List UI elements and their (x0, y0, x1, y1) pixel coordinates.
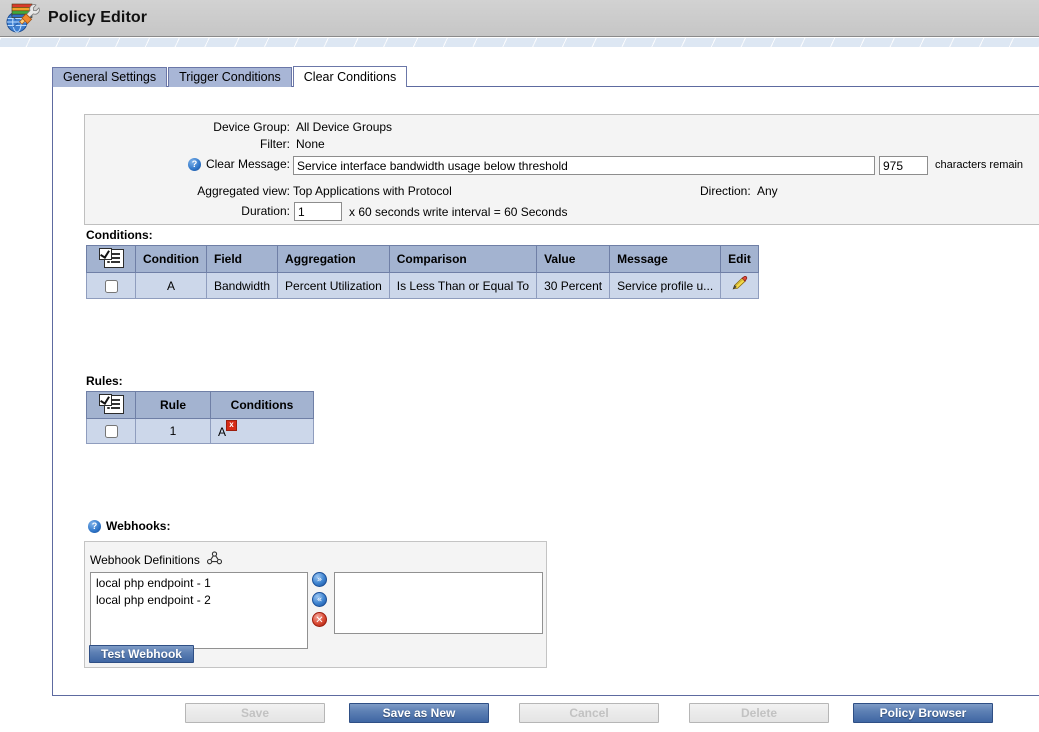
conditions-cell-edit[interactable] (720, 272, 759, 299)
conditions-col-message: Message (609, 245, 722, 273)
conditions-col-aggregation: Aggregation (277, 245, 390, 273)
page-title: Policy Editor (48, 9, 148, 26)
rules-cell-conditions: Ax (210, 418, 314, 444)
conditions-caption: Conditions: (86, 228, 153, 242)
policy-summary-box: Device Group: All Device Groups Filter: … (84, 114, 1039, 225)
title-bar: Policy Editor (0, 0, 1039, 37)
test-webhook-button[interactable]: Test Webhook (89, 645, 194, 663)
duration-label: Duration: (241, 204, 290, 218)
conditions-cell-comparison: Is Less Than or Equal To (388, 272, 538, 299)
save-button[interactable]: Save (185, 703, 325, 723)
conditions-row-checkbox[interactable] (104, 279, 118, 293)
duration-label-wrap: Duration: (85, 204, 290, 218)
conditions-col-edit: Edit (720, 245, 759, 273)
direction-label: Direction: (700, 184, 751, 198)
aggregated-view-value: Top Applications with Protocol (293, 184, 452, 198)
direction-value-wrap: Any (757, 184, 778, 198)
aggregated-view-value-wrap: Top Applications with Protocol (293, 184, 452, 198)
conditions-cell-aggregation: Percent Utilization (277, 272, 390, 299)
device-group-label: Device Group: (213, 120, 290, 134)
rules-col-rule: Rule (135, 391, 211, 419)
webhooks-box: Webhook Definitions local php endpoint -… (84, 541, 547, 668)
device-group-value-wrap: All Device Groups (296, 120, 392, 134)
conditions-col-value: Value (536, 245, 611, 273)
duration-input[interactable] (294, 202, 342, 221)
decorative-strip (0, 38, 1039, 47)
conditions-col-field: Field (205, 245, 279, 273)
conditions-row-checkbox-cell[interactable] (86, 272, 136, 299)
aggregated-view-label-wrap: Aggregated view: (85, 184, 290, 198)
device-group-value: All Device Groups (296, 120, 393, 134)
duration-suffix-label: x 60 seconds write interval = 60 Seconds (349, 205, 568, 219)
select-all-checklist-icon[interactable] (99, 248, 124, 268)
list-item[interactable]: local php endpoint - 2 (91, 592, 307, 609)
filter-label-wrap: Filter: (85, 137, 290, 151)
table-row[interactable]: A Bandwidth Percent Utilization Is Less … (86, 272, 759, 299)
list-item[interactable]: local php endpoint - 1 (91, 575, 307, 592)
remove-webhook-icon[interactable]: ✕ (312, 612, 327, 627)
remove-condition-icon[interactable]: x (226, 419, 238, 431)
conditions-cell-condition: A (135, 272, 207, 299)
conditions-select-all-header[interactable] (86, 245, 136, 273)
select-all-checklist-icon[interactable] (99, 394, 124, 414)
characters-remain-label: characters remain (935, 159, 1024, 171)
rules-caption: Rules: (86, 374, 123, 388)
footer-button-bar: Save Save as New Cancel Delete Policy Br… (0, 703, 1039, 732)
aggregated-view-label: Aggregated view: (197, 184, 290, 198)
pencil-icon[interactable] (730, 275, 748, 292)
conditions-cell-value: 30 Percent (536, 272, 611, 299)
conditions-header-row: Condition Field Aggregation Comparison V… (86, 245, 759, 273)
device-group-label-wrap: Device Group: (85, 120, 290, 134)
characters-remain-input[interactable] (879, 156, 928, 175)
webhook-definitions-label-wrap: Webhook Definitions (90, 551, 222, 568)
webhook-definitions-label: Webhook Definitions (90, 552, 200, 567)
help-icon-webhooks[interactable]: ? (88, 519, 101, 533)
clear-message-input[interactable] (293, 156, 875, 175)
tab-bar: General Settings Trigger Conditions Clea… (52, 66, 408, 87)
policy-browser-button[interactable]: Policy Browser (853, 703, 993, 723)
conditions-cell-message: Service profile u... (609, 272, 722, 299)
webhook-available-list[interactable]: local php endpoint - 1 local php endpoin… (90, 572, 308, 649)
clear-message-label: Clear Message: (205, 157, 290, 171)
tab-trigger-conditions[interactable]: Trigger Conditions (168, 67, 292, 87)
conditions-table: Condition Field Aggregation Comparison V… (86, 245, 759, 299)
move-right-icon[interactable]: » (312, 572, 327, 587)
cancel-button[interactable]: Cancel (519, 703, 659, 723)
rules-row-checkbox[interactable] (104, 425, 118, 439)
rules-col-conditions: Conditions (210, 391, 314, 419)
network-nodes-icon[interactable] (206, 551, 222, 568)
conditions-col-comparison: Comparison (388, 245, 538, 273)
direction-value: Any (757, 184, 778, 198)
conditions-col-condition: Condition (135, 245, 207, 273)
conditions-cell-field: Bandwidth (205, 272, 279, 299)
rules-select-all-header[interactable] (86, 391, 136, 419)
webhook-selected-list[interactable] (334, 572, 543, 634)
delete-button[interactable]: Delete (689, 703, 829, 723)
policy-editor-icon (4, 1, 44, 35)
direction-label-wrap: Direction: (700, 184, 751, 198)
rules-header-row: Rule Conditions (86, 391, 314, 419)
rules-condition-letter: A (218, 424, 227, 439)
webhooks-caption: Webhooks: (106, 519, 171, 533)
rules-table: Rule Conditions 1 Ax (86, 391, 314, 444)
table-row[interactable]: 1 Ax (86, 418, 314, 444)
move-left-icon[interactable]: « (312, 592, 327, 607)
help-icon-clear-message[interactable]: ? (187, 157, 201, 171)
filter-value-wrap: None (296, 137, 325, 151)
filter-label: Filter: (260, 137, 290, 151)
rules-row-checkbox-cell[interactable] (86, 418, 136, 444)
filter-value: None (296, 137, 325, 151)
webhooks-header: ? Webhooks: (88, 519, 170, 533)
tab-clear-conditions[interactable]: Clear Conditions (292, 66, 408, 87)
save-as-new-button[interactable]: Save as New (349, 703, 489, 723)
clear-message-label-wrap: ? Clear Message: (85, 157, 290, 171)
rules-cell-rule: 1 (135, 418, 211, 444)
tab-general-settings[interactable]: General Settings (52, 67, 168, 87)
